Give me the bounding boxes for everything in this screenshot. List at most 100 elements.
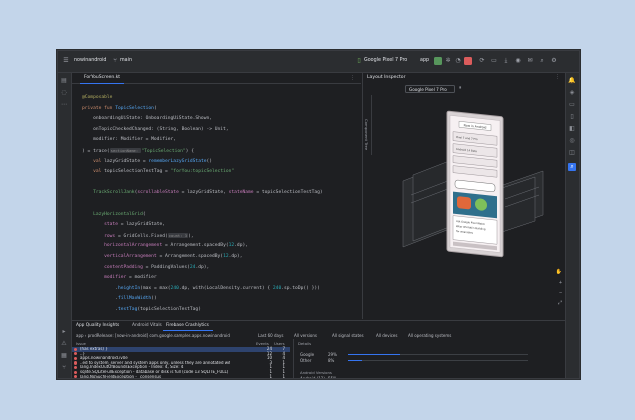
debug-icon[interactable]: ✲: [444, 57, 452, 65]
gradle-icon[interactable]: ◈: [568, 89, 576, 97]
breakdown-row: Android (12) 55%: [300, 375, 540, 379]
code-token: stateName: [228, 190, 254, 196]
code-token: TrackScrollJank: [82, 190, 135, 196]
code-line: ) = trace(sectionName: "TopicSelection")…: [82, 146, 352, 157]
layout-inspector-icon[interactable]: ◫: [568, 149, 576, 157]
code-token: fillMaxWidth: [117, 296, 152, 302]
layout-inspector-panel: Layout Inspector ⋮ Google Pixel 7 Pro ⏸ …: [362, 73, 566, 319]
code-line: val topicSelectionTestTag = "forYou:topi…: [82, 167, 352, 178]
code-token: = topicSelectionTestTag): [253, 190, 323, 196]
profile-icon[interactable]: ◔: [454, 57, 462, 65]
project-icon[interactable]: ▤: [60, 77, 68, 85]
assistant-icon[interactable]: ◎: [568, 137, 576, 145]
branch-selector[interactable]: main: [120, 58, 132, 63]
code-line: horizontalArrangement = Arrangement.spac…: [82, 241, 352, 252]
devices-filter[interactable]: All devices: [376, 333, 397, 338]
inspector-device-dropdown[interactable]: Google Pixel 7 Pro: [405, 85, 455, 93]
tab-foryouscreen[interactable]: ForYouScreen.kt: [80, 73, 125, 84]
code-token: .dp),: [234, 243, 248, 249]
code-token: contentPadding: [82, 264, 143, 270]
code-line: TrackScrollJank(scrollableState = lazyGr…: [82, 188, 352, 199]
pan-hand-icon[interactable]: ✋: [556, 269, 562, 275]
code-token: ) {: [185, 148, 194, 154]
breakdown-label: Other: [300, 358, 312, 363]
error-icon: [74, 361, 78, 365]
time-filter[interactable]: Last 60 days: [258, 333, 283, 338]
structure-icon[interactable]: ⋯: [60, 101, 68, 109]
code-token: modifier: Modifier = Modifier,: [82, 137, 177, 143]
breakdown-track: [348, 378, 528, 379]
run-icon[interactable]: [434, 57, 442, 65]
code-token: 240: [272, 285, 282, 291]
issue-row[interactable]: lang.NoSuchFieldException - _consensus 1 1: [72, 373, 290, 379]
emulator-icon[interactable]: ◧: [568, 125, 576, 133]
code-token: testTag: [117, 306, 138, 312]
zoom-in-icon[interactable]: +: [559, 280, 562, 286]
tab-firebase-crashlytics[interactable]: Firebase Crashlytics: [166, 323, 209, 328]
sync-icon[interactable]: ⟳: [478, 57, 486, 65]
running-devices-icon[interactable]: ▯: [568, 113, 576, 121]
code-token: scrollableState: [137, 190, 179, 196]
app-filter[interactable]: app › prodRelease: [now-in-android] com.…: [76, 333, 230, 338]
code-line: .heightIn(max = max(240.dp, with(LocalDe…: [82, 284, 352, 295]
issue-title: lang.NoSuchFieldException - _consensus: [80, 374, 162, 379]
code-token: = lazyGridState,: [117, 222, 165, 228]
code-token: ) = trace(: [82, 148, 110, 154]
component-tree-strip[interactable]: Component Tree: [363, 95, 372, 155]
layout-inspector-active-icon[interactable]: ⌕: [568, 163, 576, 171]
code-token: rememberLazyGridState: [148, 158, 207, 164]
code-token: (): [206, 158, 213, 164]
pause-icon[interactable]: ⏸: [459, 85, 462, 91]
fit-screen-icon[interactable]: ⤢: [558, 300, 562, 306]
code-token: .dp),: [195, 264, 210, 270]
notifications-icon[interactable]: ✉: [526, 57, 534, 65]
layout-inspector-title: Layout Inspector: [367, 75, 406, 80]
project-selector[interactable]: nowinandroid: [74, 58, 106, 63]
terminal-icon[interactable]: ▸: [60, 328, 68, 336]
zoom-out-icon[interactable]: −: [559, 290, 562, 296]
breakdown-percent: 8%: [328, 358, 335, 363]
issue-events: 1: [269, 373, 272, 379]
notifications-side-icon[interactable]: 🔔: [568, 77, 576, 85]
settings-icon[interactable]: ⚙: [550, 57, 558, 65]
commit-icon[interactable]: ◌: [60, 89, 68, 97]
code-editor[interactable]: ForYouScreen.kt ⋮ @Composable private fun…: [72, 73, 361, 319]
code-token: (topicSelectionTestTag): [137, 306, 201, 312]
versions-filter[interactable]: All versions: [294, 333, 317, 338]
git-icon[interactable]: ⑂: [60, 364, 68, 372]
breakdown-bar: [348, 354, 401, 356]
logcat-icon[interactable]: ▦: [60, 352, 68, 360]
code-line: modifier: Modifier = Modifier,: [82, 135, 352, 146]
code-token: onTopicCheckedChanged: (String, Boolean)…: [82, 126, 229, 132]
error-icon: [74, 352, 78, 356]
exploded-3d-view[interactable]: Now in Android Pixel 7 and 7 Pro Android…: [373, 95, 563, 315]
device-manager-icon[interactable]: ▭: [490, 57, 498, 65]
right-tool-strip: 🔔 ◈ ▭ ▯ ◧ ◎ ◫ ⌕: [565, 73, 579, 378]
hamburger-menu-icon[interactable]: ☰: [62, 57, 70, 65]
issue-column-header[interactable]: Issue: [76, 341, 86, 346]
tab-android-vitals[interactable]: Android Vitals: [132, 323, 162, 328]
sdk-manager-icon[interactable]: ⤓: [502, 57, 510, 65]
signals-filter[interactable]: All signal states: [332, 333, 364, 338]
more-tabs-icon[interactable]: ⋮: [350, 75, 355, 81]
code-token: TopicSelection: [115, 105, 154, 111]
code-token: @Composable: [82, 95, 113, 100]
code-line: state = lazyGridState,: [82, 220, 352, 231]
stop-icon[interactable]: [464, 57, 472, 65]
search-icon[interactable]: ⌕: [538, 57, 546, 65]
tab-app-quality-insights[interactable]: App Quality Insights: [76, 323, 119, 328]
left-tool-strip: ▤ ◌ ⋯ ▸ ⚠ ▦ ⑂: [58, 73, 72, 378]
code-line: verticalArrangement = Arrangement.spaced…: [82, 252, 352, 263]
os-filter[interactable]: All operating systems: [408, 333, 451, 338]
run-config-selector[interactable]: app: [420, 58, 429, 63]
code-token: .: [82, 296, 118, 302]
code-token: = Arrangement.spacedBy(: [162, 243, 229, 249]
avatar-icon[interactable]: ◉: [514, 57, 522, 65]
problems-icon[interactable]: ⚠: [60, 340, 68, 348]
code-token: verticalArrangement: [82, 253, 157, 259]
device-manager-side-icon[interactable]: ▭: [568, 101, 576, 109]
code-token: val: [82, 158, 105, 164]
code-token: private fun: [82, 105, 116, 111]
panel-options-icon[interactable]: ⋮: [555, 74, 560, 80]
device-selector[interactable]: Google Pixel 7 Pro: [364, 58, 407, 63]
